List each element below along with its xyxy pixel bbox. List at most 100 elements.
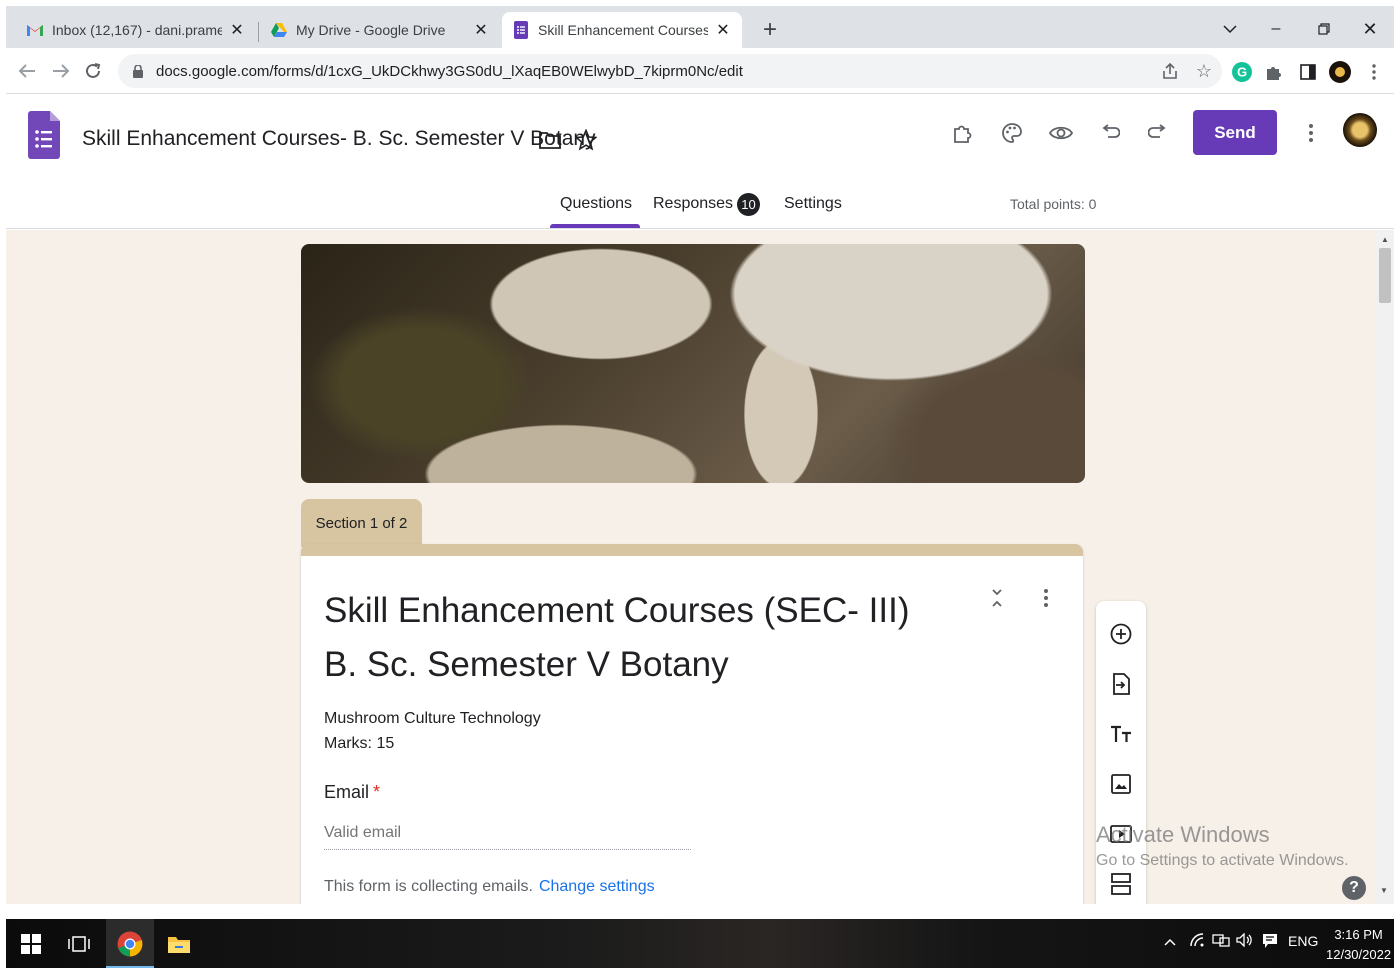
document-title[interactable]: Skill Enhancement Courses- B. Sc. Semest… xyxy=(82,127,596,151)
form-title[interactable]: Skill Enhancement Courses (SEC- III) B. … xyxy=(324,584,944,692)
url-text: docs.google.com/forms/d/1cxG_UkDCkhwy3GS… xyxy=(156,62,743,80)
tab-search-button[interactable] xyxy=(1210,14,1250,44)
profile-avatar[interactable] xyxy=(1328,60,1352,84)
screen: Inbox (12,167) - dani.pramesh@g ✕ My Dri… xyxy=(0,0,1400,968)
gmail-icon xyxy=(26,21,44,39)
tab-forms-active[interactable]: Skill Enhancement Courses- B. Sc ✕ xyxy=(502,12,742,48)
email-field[interactable] xyxy=(324,820,691,850)
forward-button[interactable] xyxy=(48,58,74,84)
reload-button[interactable] xyxy=(80,58,106,84)
header-image xyxy=(301,244,1085,483)
restore-button[interactable] xyxy=(1304,14,1344,44)
back-button[interactable] xyxy=(14,58,40,84)
add-question-icon[interactable] xyxy=(1108,621,1134,647)
help-icon[interactable]: ? xyxy=(1342,876,1366,900)
scrollbar-thumb[interactable] xyxy=(1379,248,1391,303)
windows-start-icon[interactable] xyxy=(16,929,46,959)
chevron-down-icon xyxy=(1223,25,1237,34)
arrow-left-icon xyxy=(18,64,35,78)
task-view-icon[interactable] xyxy=(64,929,94,959)
bookmark-star-icon[interactable]: ☆ xyxy=(1192,59,1216,83)
drive-icon xyxy=(270,21,288,39)
side-panel-icon[interactable] xyxy=(1296,60,1320,84)
extensions-puzzle-icon[interactable] xyxy=(1262,60,1286,84)
chrome-icon[interactable] xyxy=(115,929,145,959)
grammarly-icon[interactable]: G xyxy=(1230,60,1254,84)
scroll-down-arrow[interactable]: ▼ xyxy=(1380,886,1388,895)
close-icon[interactable]: ✕ xyxy=(714,21,732,39)
preview-eye-icon[interactable] xyxy=(1044,116,1078,150)
move-to-folder-icon[interactable] xyxy=(533,123,567,157)
add-section-icon[interactable] xyxy=(1108,871,1134,897)
tab-label: Skill Enhancement Courses- B. Sc xyxy=(538,22,708,38)
palette-icon[interactable] xyxy=(995,116,1029,150)
close-window-button[interactable]: ✕ xyxy=(1350,14,1390,44)
google-forms-logo[interactable] xyxy=(28,111,60,159)
new-tab-button[interactable]: + xyxy=(756,16,784,44)
redo-icon[interactable] xyxy=(1141,116,1175,150)
lock-icon xyxy=(130,63,146,79)
restore-icon xyxy=(1318,23,1330,35)
tab-label: My Drive - Google Drive xyxy=(296,22,446,38)
system-clock[interactable]: 3:16 PM 12/30/2022 xyxy=(1326,925,1391,965)
tab-gmail[interactable]: Inbox (12,167) - dani.pramesh@g ✕ xyxy=(16,12,256,48)
import-questions-icon[interactable] xyxy=(1108,671,1134,697)
send-button[interactable]: Send xyxy=(1193,110,1277,155)
form-description[interactable]: Mushroom Culture Technology Marks: 15 xyxy=(324,706,541,756)
description-line2: Marks: 15 xyxy=(324,735,395,752)
responses-count-badge: 10 xyxy=(737,193,760,216)
tab-settings[interactable]: Settings xyxy=(784,195,842,213)
browser-menu-icon[interactable] xyxy=(1362,60,1386,84)
wifi-icon[interactable] xyxy=(1190,933,1206,950)
minimize-button[interactable]: – xyxy=(1256,14,1296,44)
undo-icon[interactable] xyxy=(1093,116,1127,150)
section-label: Section 1 of 2 xyxy=(301,499,422,547)
clock-date: 12/30/2022 xyxy=(1326,947,1392,962)
close-icon[interactable]: ✕ xyxy=(472,21,490,39)
collapse-section-icon[interactable] xyxy=(985,586,1009,610)
clock-time: 3:16 PM xyxy=(1334,927,1383,942)
tab-questions[interactable]: Questions xyxy=(560,195,632,213)
activate-windows-watermark: Activate Windows Go to Settings to activ… xyxy=(1096,822,1349,870)
form-title-card[interactable]: Skill Enhancement Courses (SEC- III) B. … xyxy=(301,544,1083,904)
notifications-icon[interactable] xyxy=(1262,933,1278,952)
tab-label: Inbox (12,167) - dani.pramesh@g xyxy=(52,22,222,38)
add-title-text-icon[interactable] xyxy=(1108,721,1134,747)
section-more-options-icon[interactable] xyxy=(1034,586,1058,610)
more-options-icon[interactable] xyxy=(1294,116,1328,150)
address-bar[interactable]: docs.google.com/forms/d/1cxG_UkDCkhwy3GS… xyxy=(118,54,1222,88)
reload-icon xyxy=(86,63,101,78)
star-icon[interactable] xyxy=(569,123,603,157)
form-title-line2: B. Sc. Semester V Botany xyxy=(324,645,729,684)
description-line1: Mushroom Culture Technology xyxy=(324,710,541,727)
addons-puzzle-icon[interactable] xyxy=(946,116,980,150)
account-avatar[interactable] xyxy=(1343,113,1377,147)
windows-taskbar: ENG 3:16 PM 12/30/2022 xyxy=(6,919,1394,968)
email-question-label: Email * xyxy=(324,782,380,803)
svg-text:G: G xyxy=(1237,65,1247,80)
network-icon[interactable] xyxy=(1212,933,1230,950)
total-points: Total points: 0 xyxy=(1010,196,1097,212)
share-icon[interactable] xyxy=(1158,59,1182,83)
page-scrollbar[interactable]: ▲ xyxy=(1376,230,1394,904)
change-settings-link[interactable]: Change settings xyxy=(539,878,655,895)
tab-drive[interactable]: My Drive - Google Drive ✕ xyxy=(260,12,500,48)
scroll-up-arrow[interactable]: ▲ xyxy=(1380,234,1390,244)
required-asterisk: * xyxy=(373,782,381,802)
collecting-emails-notice: This form is collecting emails. Change se… xyxy=(324,878,655,896)
forms-header: Skill Enhancement Courses- B. Sc. Semest… xyxy=(6,95,1394,229)
add-image-icon[interactable] xyxy=(1108,771,1134,797)
close-icon[interactable]: ✕ xyxy=(228,21,246,39)
collecting-emails-text: This form is collecting emails. xyxy=(324,878,533,895)
tray-overflow-icon[interactable] xyxy=(1164,933,1176,949)
volume-icon[interactable] xyxy=(1236,932,1254,950)
file-explorer-icon[interactable] xyxy=(164,929,194,959)
form-title-line1: Skill Enhancement Courses (SEC- III) xyxy=(324,591,910,630)
browser-tab-strip: Inbox (12,167) - dani.pramesh@g ✕ My Dri… xyxy=(6,6,1394,48)
watermark-title: Activate Windows xyxy=(1096,822,1270,847)
arrow-right-icon xyxy=(53,64,70,78)
language-indicator[interactable]: ENG xyxy=(1288,933,1318,949)
tab-responses[interactable]: Responses xyxy=(653,195,733,213)
form-editor-canvas: Section 1 of 2 Skill Enhancement Courses… xyxy=(6,230,1376,904)
email-label-text: Email xyxy=(324,782,370,802)
